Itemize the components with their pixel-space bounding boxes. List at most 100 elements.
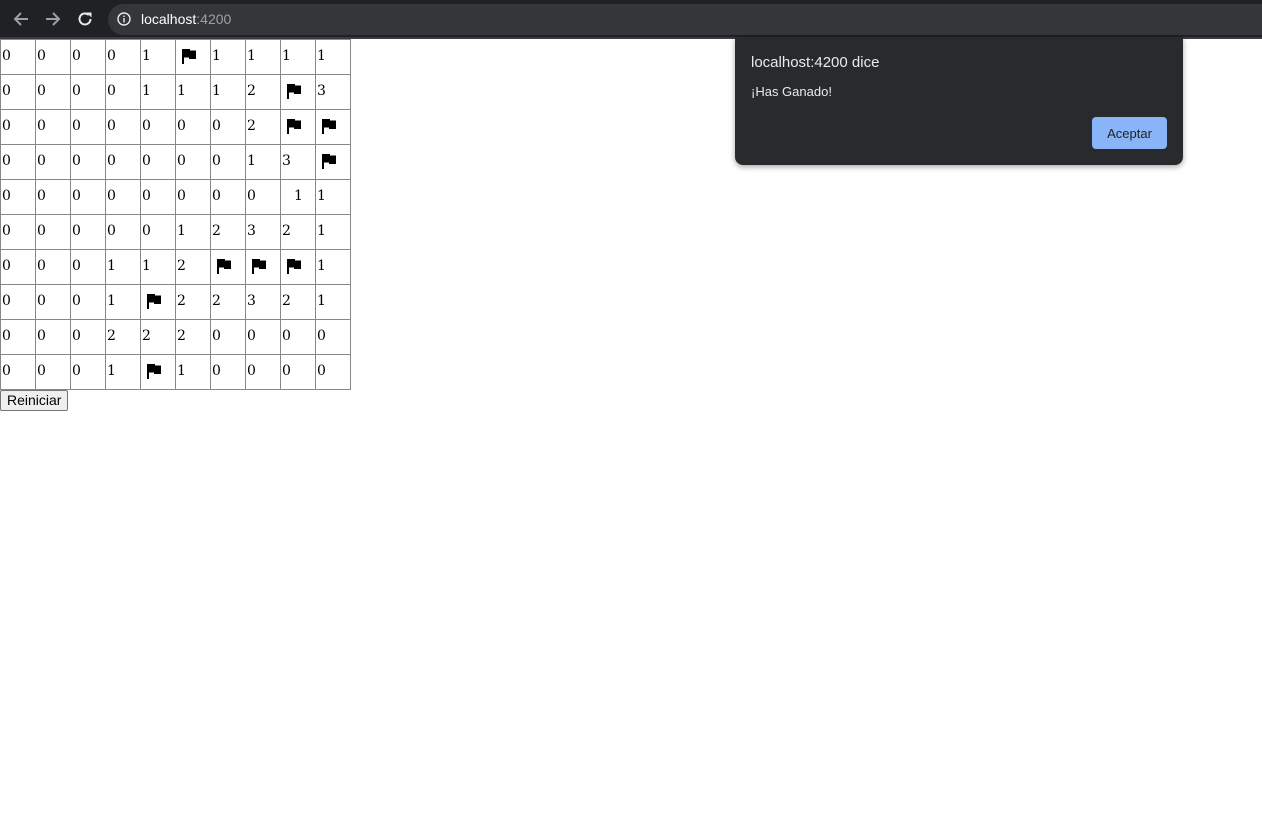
- board-cell[interactable]: 0: [140, 179, 176, 215]
- board-cell[interactable]: 0: [70, 354, 106, 390]
- board-cell[interactable]: 2: [175, 249, 211, 285]
- board-cell[interactable]: 0: [35, 354, 71, 390]
- board-cell[interactable]: 0: [0, 354, 36, 390]
- board-cell[interactable]: 1: [140, 39, 176, 75]
- board-cell[interactable]: 0: [35, 39, 71, 75]
- board-cell[interactable]: 1: [175, 214, 211, 250]
- board-cell[interactable]: 0: [0, 39, 36, 75]
- board-cell[interactable]: 0: [0, 249, 36, 285]
- board-cell[interactable]: 0: [105, 144, 141, 180]
- board-cell[interactable]: 0: [0, 214, 36, 250]
- board-cell[interactable]: 0: [210, 354, 246, 390]
- board-cell[interactable]: 0: [175, 109, 211, 145]
- board-cell[interactable]: 0: [210, 319, 246, 355]
- board-cell[interactable]: 0: [35, 144, 71, 180]
- board-cell[interactable]: 1: [315, 249, 351, 285]
- board-cell[interactable]: 0: [0, 284, 36, 320]
- board-cell[interactable]: 1: [140, 249, 176, 285]
- board-cell[interactable]: 3: [245, 214, 281, 250]
- board-cell[interactable]: 0: [70, 179, 106, 215]
- board-cell[interactable]: 2: [175, 319, 211, 355]
- board-cell[interactable]: 2: [175, 284, 211, 320]
- board-cell[interactable]: 0: [35, 74, 71, 110]
- board-cell[interactable]: 2: [210, 284, 246, 320]
- address-bar[interactable]: localhost:4200: [108, 4, 1262, 35]
- board-cell[interactable]: 3: [245, 284, 281, 320]
- board-cell[interactable]: 1: [280, 39, 316, 75]
- url-text[interactable]: localhost:4200: [141, 10, 231, 28]
- board-cell[interactable]: 0: [35, 284, 71, 320]
- board-cell[interactable]: 2: [280, 284, 316, 320]
- board-cell[interactable]: 0: [0, 144, 36, 180]
- board-cell[interactable]: 0: [70, 109, 106, 145]
- board-cell[interactable]: 2: [280, 214, 316, 250]
- board-cell[interactable]: [245, 249, 281, 285]
- board-cell[interactable]: 0: [70, 144, 106, 180]
- board-cell[interactable]: 1: [210, 39, 246, 75]
- board-cell[interactable]: 1: [245, 39, 281, 75]
- board-cell[interactable]: [280, 74, 316, 110]
- board-cell[interactable]: 0: [105, 74, 141, 110]
- board-cell[interactable]: 2: [210, 214, 246, 250]
- board-cell[interactable]: 1: [210, 74, 246, 110]
- board-cell[interactable]: 1: [280, 179, 316, 215]
- board-cell[interactable]: 0: [0, 109, 36, 145]
- board-cell[interactable]: 0: [70, 319, 106, 355]
- board-cell[interactable]: 1: [175, 354, 211, 390]
- board-cell[interactable]: 1: [105, 354, 141, 390]
- board-cell[interactable]: 2: [245, 109, 281, 145]
- board-cell[interactable]: 0: [105, 179, 141, 215]
- board-cell[interactable]: 0: [0, 179, 36, 215]
- board-cell[interactable]: [280, 109, 316, 145]
- board-cell[interactable]: 0: [140, 109, 176, 145]
- board-cell[interactable]: [315, 144, 351, 180]
- board-cell[interactable]: [175, 39, 211, 75]
- board-cell[interactable]: 0: [70, 39, 106, 75]
- board-cell[interactable]: 0: [70, 284, 106, 320]
- reload-button[interactable]: [74, 8, 96, 30]
- board-cell[interactable]: 1: [140, 74, 176, 110]
- board-cell[interactable]: 3: [280, 144, 316, 180]
- board-cell[interactable]: 0: [140, 144, 176, 180]
- board-cell[interactable]: 0: [35, 214, 71, 250]
- board-cell[interactable]: 1: [315, 39, 351, 75]
- board-cell[interactable]: [140, 284, 176, 320]
- board-cell[interactable]: 1: [315, 214, 351, 250]
- board-cell[interactable]: [315, 109, 351, 145]
- board-cell[interactable]: 1: [245, 144, 281, 180]
- board-cell[interactable]: 0: [210, 179, 246, 215]
- board-cell[interactable]: 0: [280, 319, 316, 355]
- board-cell[interactable]: 1: [105, 249, 141, 285]
- board-cell[interactable]: 0: [105, 109, 141, 145]
- board-cell[interactable]: 0: [70, 249, 106, 285]
- board-cell[interactable]: 2: [140, 319, 176, 355]
- board-cell[interactable]: 0: [315, 354, 351, 390]
- board-cell[interactable]: 0: [175, 144, 211, 180]
- board-cell[interactable]: 0: [140, 214, 176, 250]
- board-cell[interactable]: 2: [105, 319, 141, 355]
- board-cell[interactable]: 1: [105, 284, 141, 320]
- board-cell[interactable]: 0: [280, 354, 316, 390]
- accept-button[interactable]: Aceptar: [1092, 117, 1167, 149]
- board-cell[interactable]: 0: [105, 39, 141, 75]
- forward-button[interactable]: [42, 8, 64, 30]
- board-cell[interactable]: 1: [175, 74, 211, 110]
- board-cell[interactable]: 1: [315, 284, 351, 320]
- restart-button[interactable]: Reiniciar: [0, 390, 69, 411]
- board-cell[interactable]: 0: [35, 179, 71, 215]
- board-cell[interactable]: 0: [210, 109, 246, 145]
- board-cell[interactable]: 0: [0, 74, 36, 110]
- board-cell[interactable]: 0: [245, 319, 281, 355]
- board-cell[interactable]: 0: [35, 109, 71, 145]
- board-cell[interactable]: 0: [0, 319, 36, 355]
- board-cell[interactable]: 0: [105, 214, 141, 250]
- board-cell[interactable]: 0: [35, 249, 71, 285]
- board-cell[interactable]: 0: [245, 179, 281, 215]
- board-cell[interactable]: 0: [35, 319, 71, 355]
- board-cell[interactable]: 0: [70, 74, 106, 110]
- board-cell[interactable]: 0: [245, 354, 281, 390]
- board-cell[interactable]: 0: [210, 144, 246, 180]
- back-button[interactable]: [10, 8, 32, 30]
- board-cell[interactable]: [280, 249, 316, 285]
- board-cell[interactable]: 0: [175, 179, 211, 215]
